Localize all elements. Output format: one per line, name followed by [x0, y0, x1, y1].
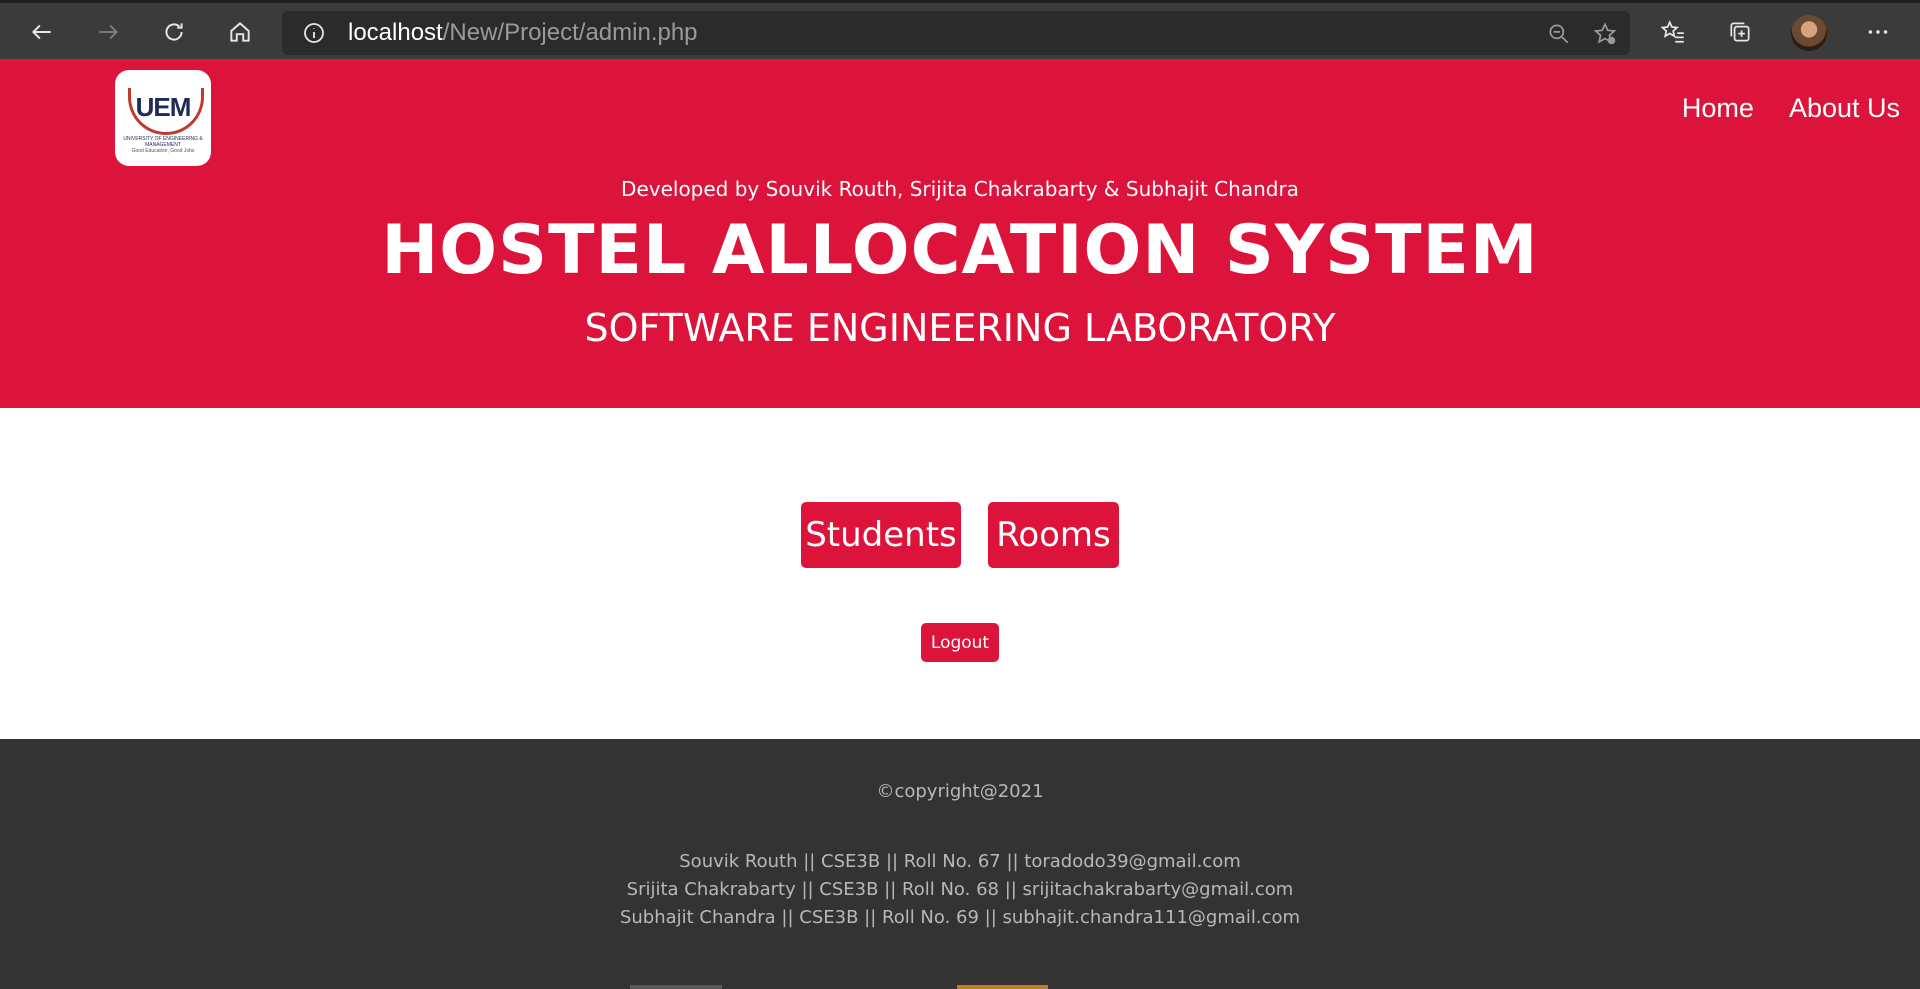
taskbar-hint	[630, 985, 722, 989]
top-nav: Home About Us	[1682, 93, 1900, 124]
logout-button[interactable]: Logout	[921, 623, 999, 662]
logo-caption: UNIVERSITY OF ENGINEERING & MANAGEMENT	[123, 136, 203, 148]
zoom-out-icon[interactable]	[1546, 21, 1572, 47]
taskbar-hint-active	[957, 985, 1048, 989]
nav-home-link[interactable]: Home	[1682, 93, 1754, 124]
team-member-list: Souvik Routh || CSE3B || Roll No. 67 || …	[0, 848, 1920, 932]
developer-credits: Developed by Souvik Routh, Srijita Chakr…	[621, 177, 1299, 201]
more-options-icon[interactable]	[1858, 12, 1898, 52]
collections-icon[interactable]	[1720, 12, 1760, 52]
member-info-srijita: Srijita Chakrabarty || CSE3B || Roll No.…	[626, 879, 1294, 900]
member-info-souvik: Souvik Routh || CSE3B || Roll No. 67 || …	[679, 851, 1241, 872]
url-text[interactable]: localhost/New/Project/admin.php	[348, 20, 698, 46]
page-title: HOSTEL ALLOCATION SYSTEM	[381, 211, 1539, 290]
address-bar[interactable]: localhost/New/Project/admin.php	[282, 11, 1630, 55]
profile-avatar[interactable]	[1791, 15, 1827, 51]
page-subtitle: SOFTWARE ENGINEERING LABORATORY	[584, 306, 1336, 350]
back-icon[interactable]	[22, 12, 62, 52]
copyright-text: ©copyright@2021	[876, 781, 1044, 802]
site-info-icon[interactable]	[302, 21, 326, 45]
site-header: UEM UNIVERSITY OF ENGINEERING & MANAGEME…	[0, 59, 1920, 408]
add-favorite-icon[interactable]	[1592, 21, 1618, 47]
forward-icon[interactable]	[88, 12, 128, 52]
logo-tagline: Good Education, Good Jobs	[131, 148, 195, 154]
url-host: localhost	[348, 19, 443, 46]
favorites-icon[interactable]	[1653, 12, 1693, 52]
logo-text: UEM	[135, 91, 192, 122]
students-button[interactable]: Students	[801, 502, 961, 568]
home-icon[interactable]	[220, 12, 260, 52]
rooms-button[interactable]: Rooms	[988, 502, 1119, 568]
url-path: /New/Project/admin.php	[442, 19, 698, 46]
browser-toolbar: localhost/New/Project/admin.php	[0, 0, 1920, 59]
refresh-icon[interactable]	[154, 12, 194, 52]
uem-logo: UEM UNIVERSITY OF ENGINEERING & MANAGEME…	[115, 70, 211, 166]
site-footer: ©copyright@2021 Souvik Routh || CSE3B ||…	[0, 739, 1920, 989]
nav-about-us-link[interactable]: About Us	[1789, 93, 1900, 124]
member-info-subhajit: Subhajit Chandra || CSE3B || Roll No. 69…	[619, 907, 1301, 928]
